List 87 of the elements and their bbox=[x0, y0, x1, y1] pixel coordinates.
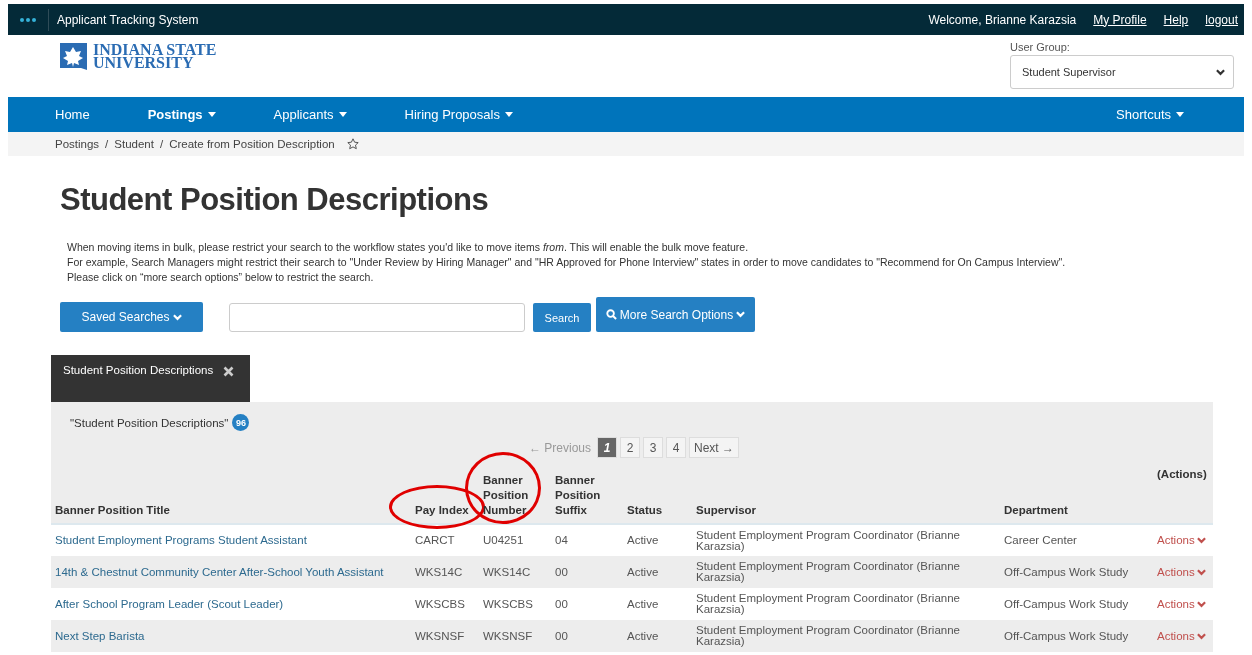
column-header: Banner Position Title bbox=[55, 503, 170, 518]
count-badge: 96 bbox=[232, 414, 250, 431]
user-group-label: User Group: bbox=[1010, 41, 1071, 53]
more-search-options-button[interactable]: More Search Options bbox=[596, 297, 755, 332]
table-cell: WKS14C bbox=[415, 565, 463, 578]
next-link[interactable]: Next → bbox=[689, 437, 740, 458]
page-link[interactable]: 1 bbox=[597, 437, 618, 458]
table-cell: Off-Campus Work Study bbox=[1004, 629, 1129, 642]
header-link[interactable]: My Profile bbox=[1093, 12, 1147, 27]
results-label: "Student Position Descriptions" bbox=[70, 416, 229, 429]
actions-menu[interactable]: Actions bbox=[1157, 535, 1209, 546]
breadcrumb-link[interactable]: Create from Position Description bbox=[169, 138, 335, 150]
table-cell: WKSNSF bbox=[483, 629, 533, 642]
table-cell: Off-Campus Work Study bbox=[1004, 565, 1129, 578]
search-field[interactable] bbox=[229, 303, 525, 332]
intro-text: For example, Search Managers might restrict their search to "Under Review by Hiring Manager" and "HR Approved for Phone Interview" states in order to move candidates to "Recommend for On Campus Interview". bbox=[67, 255, 1067, 270]
table-cell: Active bbox=[627, 597, 659, 610]
page-link[interactable]: 2 bbox=[620, 437, 641, 458]
caret-icon bbox=[1176, 112, 1184, 117]
saved-searches-button[interactable]: Saved Searches bbox=[60, 302, 203, 332]
column-header: Supervisor bbox=[696, 503, 757, 518]
chevron-down-icon bbox=[1196, 632, 1206, 640]
page-link[interactable]: 3 bbox=[643, 437, 664, 458]
table-cell: Student Employment Program Coordinator (Brianne Karazsia) bbox=[696, 560, 960, 583]
apps-menu-icon[interactable] bbox=[20, 17, 36, 22]
chevron-down-icon bbox=[172, 313, 182, 321]
chevron-down-icon bbox=[1196, 537, 1206, 544]
result-tab[interactable]: Student Position Descriptions bbox=[51, 355, 250, 402]
table-cell: WKSNSF bbox=[415, 629, 465, 642]
nav-item[interactable]: Home bbox=[55, 107, 90, 122]
table-cell: WKS14C bbox=[483, 565, 531, 578]
column-header: Status bbox=[627, 503, 663, 518]
table-cell: Student Employment Program Coordinator (Brianne Karazsia) bbox=[696, 528, 960, 552]
position-title-link[interactable]: After School Program Leader (Scout Leader) bbox=[55, 597, 284, 610]
table-cell: 04 bbox=[555, 534, 568, 546]
search-button[interactable]: Search bbox=[533, 303, 591, 332]
shortcuts-menu[interactable]: Shortcuts bbox=[1116, 107, 1184, 122]
actions-menu[interactable]: Actions bbox=[1157, 630, 1209, 642]
result-tab-label: Student Position Descriptions bbox=[63, 364, 214, 376]
table-cell: 00 bbox=[555, 597, 568, 610]
header-link[interactable]: logout bbox=[1205, 12, 1238, 27]
table-cell: Student Employment Program Coordinator (Brianne Karazsia) bbox=[696, 592, 960, 615]
table-cell: 00 bbox=[555, 629, 568, 642]
column-header: (Actions) bbox=[1157, 468, 1207, 480]
chevron-down-icon bbox=[1216, 68, 1225, 76]
intro-text: When moving items in bulk, please restrict your search to the workflow states you'd like to move items from. This will enable the bulk move feature. bbox=[67, 240, 750, 255]
table-cell: Active bbox=[627, 534, 659, 546]
table-cell: CARCT bbox=[415, 534, 455, 546]
nav-item[interactable]: Hiring Proposals bbox=[404, 107, 513, 122]
table-cell: Student Employment Program Coordinator (Brianne Karazsia) bbox=[696, 624, 960, 647]
table-cell: 00 bbox=[555, 565, 568, 578]
welcome-text: Welcome, Brianne Karazsia bbox=[928, 12, 1077, 27]
column-header: Department bbox=[1004, 503, 1068, 518]
table-cell: WKSCBS bbox=[483, 597, 533, 610]
nav-item[interactable]: Applicants bbox=[273, 107, 347, 122]
table-cell: U04251 bbox=[483, 534, 524, 546]
breadcrumb-link[interactable]: Postings bbox=[55, 138, 100, 150]
table-cell: WKSCBS bbox=[415, 597, 465, 610]
chevron-down-icon bbox=[1196, 568, 1206, 576]
position-title-link[interactable]: Student Employment Programs Student Assistant bbox=[55, 534, 307, 546]
leaf-logo-icon bbox=[60, 43, 87, 72]
intro-text: Please click on “more search options” below to restrict the search. bbox=[67, 270, 375, 285]
close-icon[interactable] bbox=[223, 366, 235, 377]
university-name: INDIANA STATE UNIVERSITY bbox=[93, 43, 217, 69]
page-title: Student Position Descriptions bbox=[60, 182, 490, 218]
search-icon bbox=[605, 309, 617, 320]
nav-item[interactable]: Postings bbox=[147, 107, 216, 122]
page-link[interactable]: 4 bbox=[666, 437, 687, 458]
table-cell: Career Center bbox=[1004, 534, 1077, 546]
table-cell: Off-Campus Work Study bbox=[1004, 597, 1129, 610]
user-group-select[interactable]: Student Supervisor bbox=[1010, 55, 1234, 89]
star-icon[interactable] bbox=[346, 138, 359, 150]
breadcrumb-separator: / bbox=[105, 138, 109, 150]
table-cell: Active bbox=[627, 629, 659, 642]
breadcrumb-link[interactable]: Student bbox=[114, 138, 154, 150]
column-header: Banner Position Suffix bbox=[555, 473, 601, 518]
actions-menu[interactable]: Actions bbox=[1157, 566, 1209, 578]
actions-menu[interactable]: Actions bbox=[1157, 598, 1209, 610]
app-title: Applicant Tracking System bbox=[57, 12, 199, 27]
header-link[interactable]: Help bbox=[1163, 12, 1189, 27]
table-cell: Active bbox=[627, 565, 659, 578]
position-title-link[interactable]: Next Step Barista bbox=[55, 629, 145, 642]
column-header: Pay Index bbox=[415, 503, 469, 518]
chevron-down-icon bbox=[1196, 600, 1206, 608]
chevron-down-icon bbox=[736, 311, 746, 318]
breadcrumb-separator: / bbox=[159, 138, 164, 150]
position-title-link[interactable]: 14th & Chestnut Community Center After-School Youth Assistant bbox=[55, 565, 384, 578]
